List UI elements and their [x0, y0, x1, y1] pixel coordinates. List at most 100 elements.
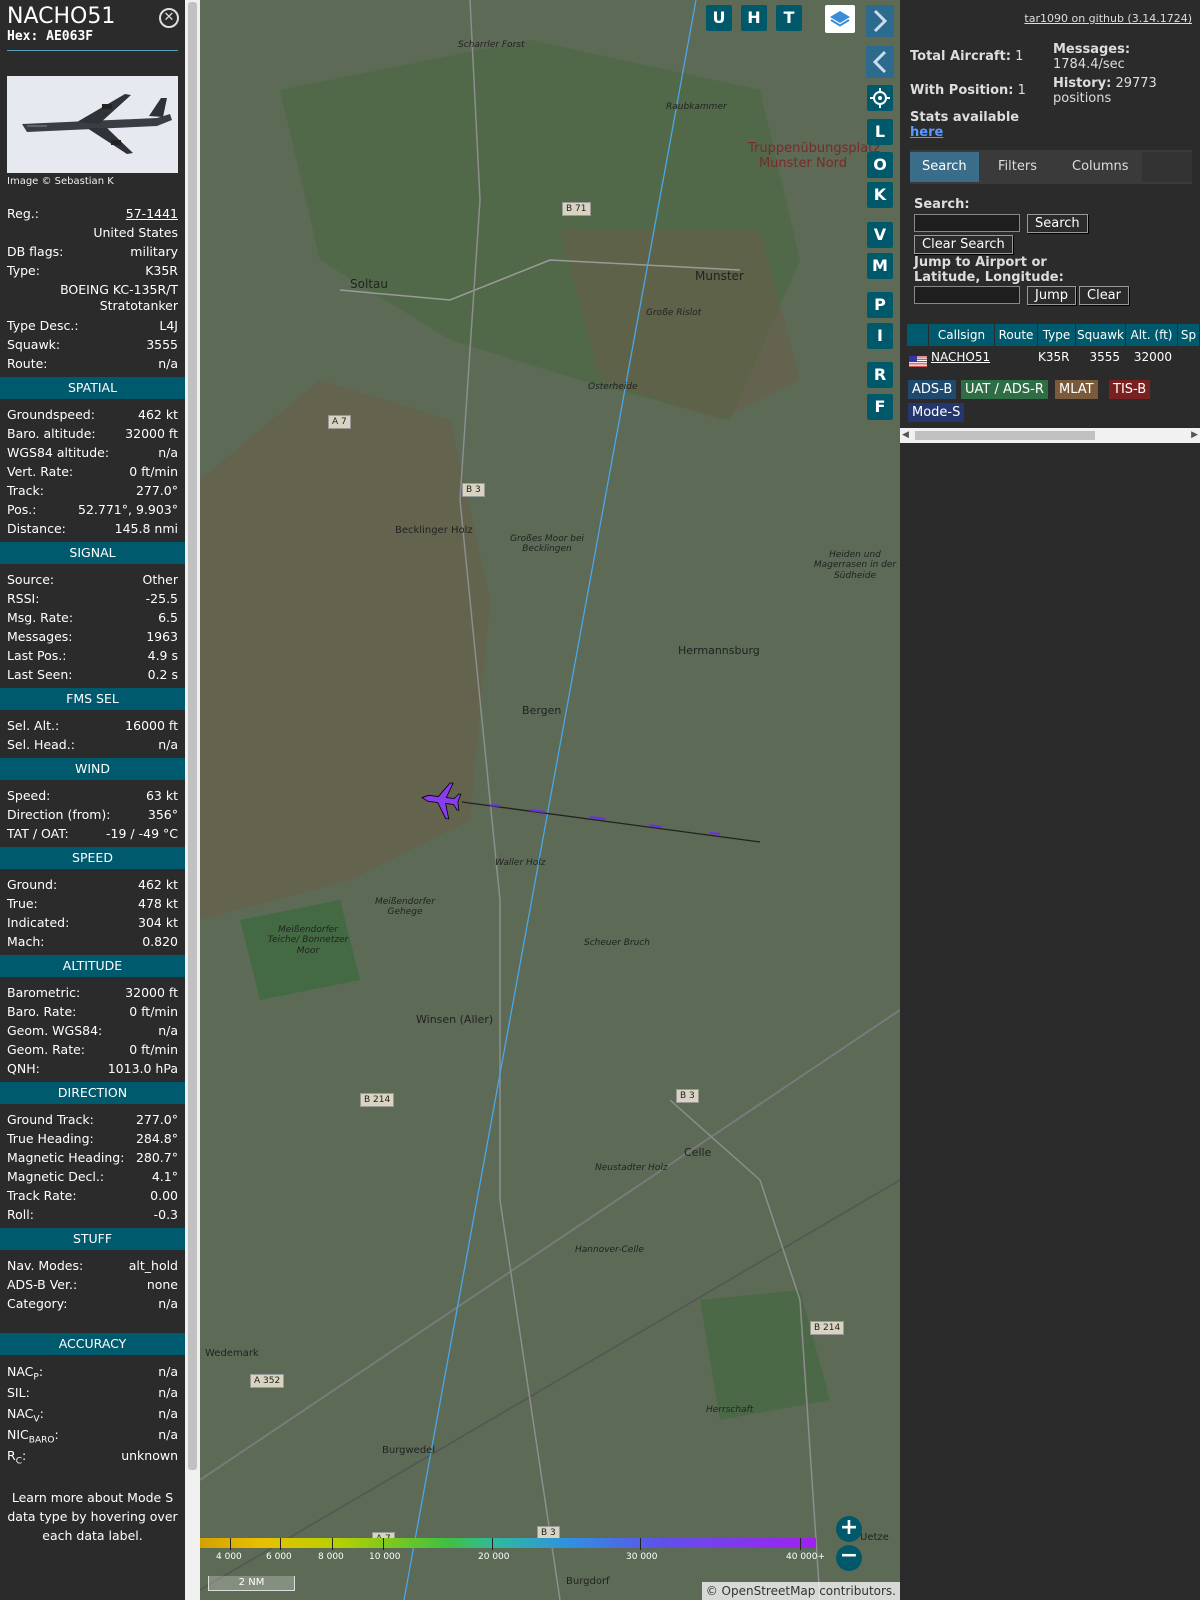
- row-squawk: 3555: [1089, 350, 1120, 364]
- expand-right-icon[interactable]: [866, 5, 894, 37]
- map-button-k[interactable]: K: [867, 182, 893, 208]
- header-altitude[interactable]: Alt. (ft): [1126, 324, 1178, 346]
- table-scrollbar[interactable]: ◀ ▶: [900, 428, 1200, 443]
- badge-uat-ads-r[interactable]: UAT / ADS-R: [961, 380, 1048, 399]
- detail-row: Direction (from): 356°: [0, 805, 185, 824]
- badge-mode-s[interactable]: Mode-S: [908, 403, 965, 422]
- map-button-m[interactable]: M: [867, 253, 893, 279]
- map-button-o[interactable]: O: [867, 152, 893, 178]
- table-scrollbar-thumb[interactable]: [915, 431, 1095, 440]
- section-fms-sel: FMS SEL: [0, 688, 185, 710]
- detail-label: TAT / OAT:: [7, 826, 69, 841]
- map-button-v[interactable]: V: [867, 222, 893, 248]
- detail-row: QNH: 1013.0 hPa: [0, 1059, 185, 1078]
- detail-value: n/a: [158, 445, 178, 460]
- header-route[interactable]: Route: [995, 324, 1038, 346]
- header-callsign[interactable]: Callsign: [929, 324, 995, 346]
- close-icon[interactable]: ✕: [159, 8, 179, 28]
- accuracy-label-colon: :: [38, 1364, 44, 1379]
- badge-ads-b[interactable]: ADS-B: [908, 380, 957, 399]
- tab-extra[interactable]: [1142, 152, 1192, 182]
- with-position-value: 1: [1017, 83, 1026, 98]
- map-button-p[interactable]: P: [867, 292, 893, 318]
- stats-link[interactable]: here: [910, 125, 943, 140]
- header-speed[interactable]: Sp: [1178, 324, 1200, 346]
- map-place-label: Meißendorfer Gehege: [374, 897, 436, 918]
- tab-search[interactable]: Search: [910, 152, 979, 182]
- tab-filters[interactable]: Filters: [986, 152, 1049, 182]
- total-aircraft: Total Aircraft: 1: [910, 49, 1023, 64]
- zoom-in-button[interactable]: +: [836, 1516, 862, 1542]
- table-row[interactable]: NACHO51 K35R 3555 32000: [907, 346, 1200, 368]
- detail-label: Category:: [7, 1296, 68, 1311]
- detail-row: Nav. Modes: alt_hold: [0, 1256, 185, 1275]
- detail-label: Ground:: [7, 877, 58, 892]
- badge-tis-b[interactable]: TIS-B: [1109, 380, 1151, 399]
- altitude-tick-mark: [383, 1538, 384, 1550]
- detail-row: True: 478 kt: [0, 894, 185, 913]
- map-place-label: Burgdorf: [566, 1576, 610, 1587]
- header-squawk[interactable]: Squawk: [1076, 324, 1126, 346]
- clear-button[interactable]: Clear: [1079, 286, 1129, 305]
- sidebar-scrollbar-thumb[interactable]: [188, 2, 197, 1470]
- map-canvas[interactable]: [200, 0, 900, 1600]
- layers-icon[interactable]: [825, 5, 855, 33]
- jump-button[interactable]: Jump: [1027, 286, 1076, 305]
- detail-value: 284.8°: [135, 1131, 178, 1146]
- aircraft-details-panel: NACHO51 Hex: AE063F ✕ Image © Sebastian …: [0, 0, 185, 1600]
- search-input[interactable]: [914, 214, 1020, 232]
- detail-row: Baro. Rate: 0 ft/min: [0, 1002, 185, 1021]
- aircraft-photo[interactable]: [7, 76, 178, 173]
- scroll-left-icon[interactable]: ◀: [902, 430, 909, 440]
- zoom-out-button[interactable]: −: [836, 1545, 862, 1571]
- section-direction: DIRECTION: [0, 1082, 185, 1104]
- altitude-tick-label: 4 000: [216, 1552, 242, 1562]
- detail-value: 1013.0 hPa: [107, 1061, 178, 1076]
- info-label: Type:: [7, 263, 40, 278]
- info-value[interactable]: 57-1441: [126, 204, 178, 223]
- search-button[interactable]: Search: [1027, 214, 1088, 233]
- jump-input[interactable]: [914, 286, 1020, 304]
- map-button-f[interactable]: F: [867, 394, 893, 420]
- row-route: [995, 346, 1038, 368]
- map-button-h[interactable]: H: [741, 5, 767, 31]
- detail-value: 277.0°: [135, 483, 178, 498]
- hex-label: Hex:: [7, 29, 39, 44]
- altitude-color-bar: [200, 1538, 816, 1548]
- info-row: Type Desc.: L4J: [0, 316, 185, 335]
- map-button-t[interactable]: T: [776, 5, 802, 31]
- road-label: B 214: [810, 1321, 845, 1335]
- map-place-label: Heiden und Magerrasen in der Südheide: [813, 550, 897, 581]
- map-place-label: Große Rislot: [646, 308, 702, 318]
- row-callsign[interactable]: NACHO51: [929, 346, 995, 368]
- tab-columns[interactable]: Columns: [1060, 152, 1141, 182]
- accuracy-label-sub: BARO: [28, 1435, 55, 1446]
- scroll-right-icon[interactable]: ▶: [1191, 430, 1198, 440]
- detail-label: Speed:: [7, 788, 51, 803]
- map-button-r[interactable]: R: [867, 362, 893, 388]
- map-attribution[interactable]: © OpenStreetMap contributors.: [701, 1582, 900, 1600]
- settings-gear-icon[interactable]: [867, 85, 893, 111]
- detail-value: none: [146, 1277, 178, 1292]
- accuracy-row: NACV: n/a: [0, 1403, 185, 1425]
- map-button-l[interactable]: L: [867, 119, 893, 145]
- detail-label: Baro. Rate:: [7, 1004, 77, 1019]
- map-button-u[interactable]: U: [706, 5, 732, 31]
- altitude-tick-mark: [280, 1538, 281, 1550]
- map-view[interactable]: Soltau Munster Truppenübungsplatz Munster …: [200, 0, 900, 1600]
- altitude-tick-mark: [230, 1538, 231, 1550]
- clear-search-button[interactable]: Clear Search: [914, 235, 1013, 254]
- detail-label: Sel. Alt.:: [7, 718, 60, 733]
- sidebar-scrollbar[interactable]: [185, 0, 200, 1600]
- map-button-i[interactable]: I: [867, 323, 893, 349]
- collapse-left-icon[interactable]: [866, 46, 894, 78]
- map-scale: 2 NM: [208, 1576, 295, 1591]
- detail-row: Ground Track: 277.0°: [0, 1110, 185, 1129]
- altitude-tick-label: 10 000: [369, 1552, 401, 1562]
- detail-value: 32000 ft: [125, 426, 178, 441]
- detail-value: 356°: [147, 807, 178, 822]
- accuracy-label-main: R: [7, 1448, 16, 1463]
- header-type[interactable]: Type: [1038, 324, 1076, 346]
- github-link[interactable]: tar1090 on github (3.14.1724): [1024, 12, 1192, 25]
- badge-mlat[interactable]: MLAT: [1055, 380, 1098, 399]
